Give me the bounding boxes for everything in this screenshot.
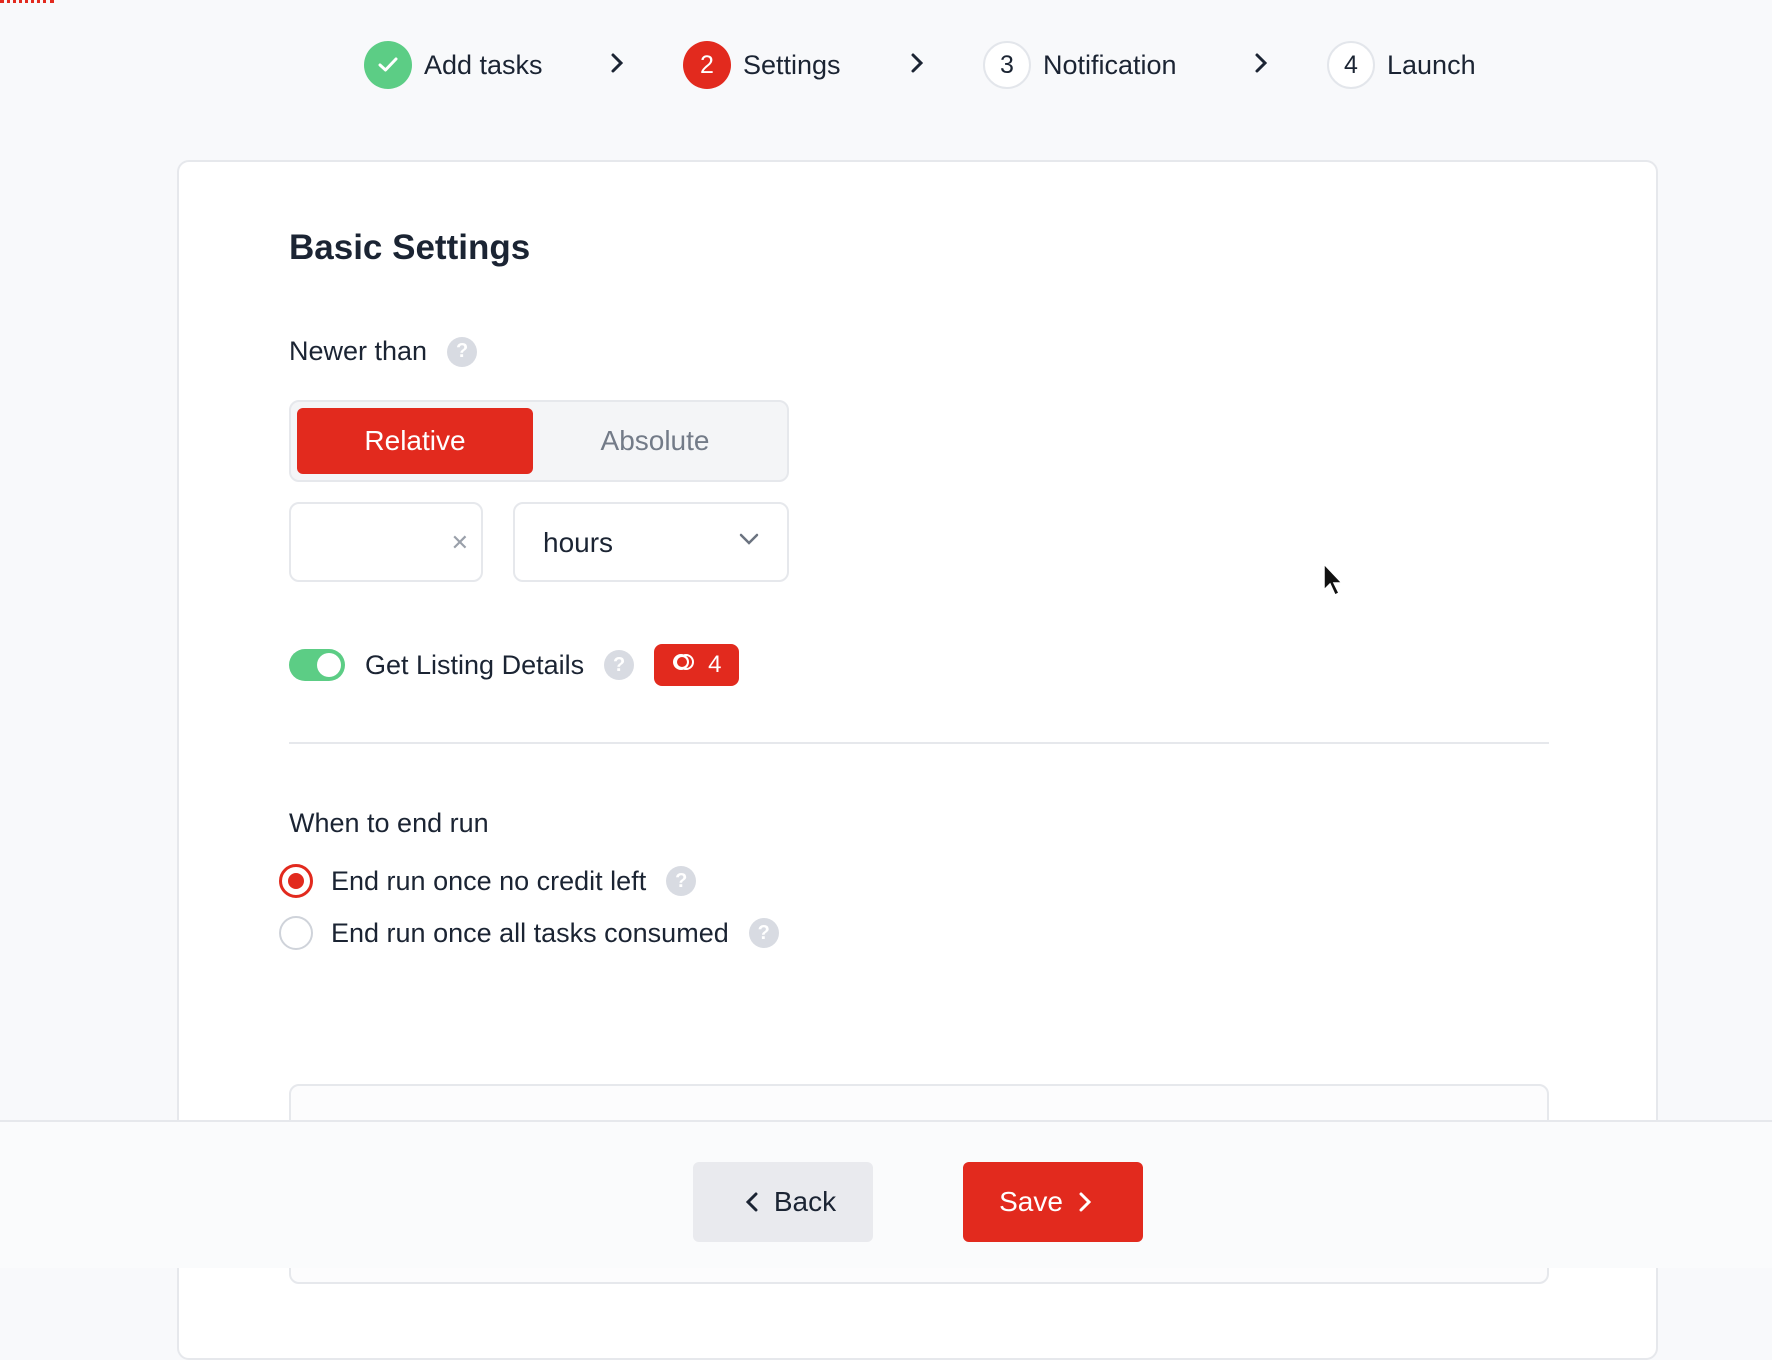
- end-run-label: When to end run: [289, 808, 489, 839]
- newer-than-text: Newer than: [289, 336, 428, 366]
- save-button[interactable]: Save: [963, 1162, 1143, 1242]
- step-number: 2: [683, 41, 731, 89]
- divider: [289, 742, 1549, 744]
- absolute-mode-button[interactable]: Absolute: [537, 408, 773, 474]
- step-label: Launch: [1387, 49, 1476, 80]
- step-number: 3: [983, 41, 1031, 89]
- chevron-right-icon: [1254, 52, 1268, 79]
- unit-select-value: hours: [543, 527, 614, 558]
- radio-label: End run once all tasks consumed: [331, 917, 729, 948]
- radio-unchecked[interactable]: [279, 916, 313, 950]
- footer-bar: Back Save: [0, 1120, 1772, 1268]
- chevron-down-icon: [739, 532, 759, 550]
- coin-icon: [672, 651, 695, 680]
- listing-details-row: Get Listing Details ? 4: [289, 644, 740, 686]
- credit-cost-value: 4: [708, 651, 722, 678]
- newer-than-label: Newer than ?: [289, 336, 478, 367]
- mouse-cursor-icon: [1322, 562, 1346, 603]
- check-icon: [364, 41, 412, 89]
- back-button[interactable]: Back: [693, 1162, 873, 1242]
- credit-cost-badge: 4: [654, 644, 740, 686]
- chevron-right-icon: [910, 52, 924, 79]
- help-icon[interactable]: ?: [748, 918, 779, 948]
- step-label: Settings: [743, 49, 841, 80]
- help-icon[interactable]: ?: [447, 336, 478, 367]
- date-mode-toggle: Relative Absolute: [289, 400, 789, 482]
- chevron-left-icon: [745, 1192, 758, 1212]
- radio-checked[interactable]: [279, 864, 313, 898]
- back-label: Back: [773, 1186, 837, 1217]
- dotted-indicator: [0, 0, 54, 7]
- help-icon[interactable]: ?: [604, 650, 635, 680]
- toggle-knob: [317, 653, 341, 677]
- unit-select[interactable]: hours: [513, 502, 789, 582]
- card-title: Basic Settings: [289, 228, 531, 267]
- step-settings[interactable]: 2 Settings: [683, 40, 841, 90]
- end-run-option-no-credit[interactable]: End run once no credit left ?: [279, 864, 697, 898]
- relative-mode-button[interactable]: Relative: [297, 408, 533, 474]
- chevron-right-icon: [1079, 1192, 1091, 1212]
- end-run-option-tasks-consumed[interactable]: End run once all tasks consumed ?: [279, 916, 779, 950]
- save-label: Save: [999, 1186, 1063, 1217]
- amount-input[interactable]: ✕: [289, 502, 483, 582]
- chevron-right-icon: [610, 52, 624, 79]
- listing-details-toggle[interactable]: [289, 649, 345, 681]
- stepper: Add tasks 2 Settings 3 Notification 4 La…: [0, 36, 1772, 96]
- step-notification[interactable]: 3 Notification: [983, 40, 1177, 90]
- help-icon[interactable]: ?: [666, 866, 697, 896]
- radio-label: End run once no credit left: [331, 865, 647, 896]
- step-launch[interactable]: 4 Launch: [1327, 40, 1476, 90]
- step-add-tasks[interactable]: Add tasks: [364, 40, 543, 90]
- end-run-text: When to end run: [289, 808, 489, 838]
- step-label: Notification: [1043, 49, 1177, 80]
- step-label: Add tasks: [424, 49, 543, 80]
- listing-details-label: Get Listing Details: [365, 649, 585, 680]
- step-number: 4: [1327, 41, 1375, 89]
- clear-icon[interactable]: ✕: [451, 530, 469, 556]
